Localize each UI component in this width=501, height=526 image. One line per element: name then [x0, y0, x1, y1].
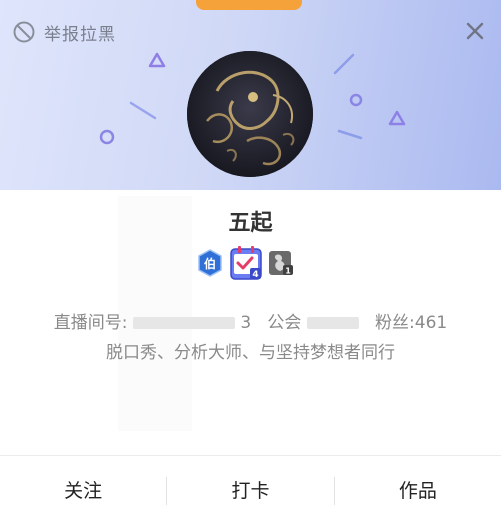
room-id-tail: 3	[240, 313, 252, 333]
profile-name: 五起	[228, 211, 273, 236]
avatar-image	[187, 51, 313, 177]
fan-level-text: 1	[285, 267, 291, 276]
decor-line-right-top	[333, 53, 355, 75]
checkin-button[interactable]: 打卡	[167, 456, 333, 526]
decor-circle-right	[349, 93, 363, 107]
close-icon	[466, 22, 484, 40]
decor-line-right-bottom	[337, 129, 363, 140]
block-icon	[13, 21, 35, 43]
top-tab-indicator	[196, 0, 302, 10]
report-block-button[interactable]: 举报拉黑	[12, 20, 116, 45]
decor-triangle-right	[388, 110, 406, 126]
decor-line-left	[129, 101, 157, 120]
guild-label: 公会	[267, 313, 302, 333]
checkin-calendar-icon[interactable]: 4	[230, 246, 262, 280]
action-bar: 关注 打卡 作品	[0, 456, 501, 526]
decor-triangle-left	[148, 52, 166, 68]
decor-circle-left	[99, 129, 115, 145]
fans-label: 粉丝:	[375, 313, 415, 333]
fans-count: 461	[414, 313, 448, 333]
room-id-redacted	[132, 317, 235, 329]
fan-level-icon[interactable]: 1	[268, 249, 294, 277]
checkin-level-text: 4	[252, 270, 258, 280]
profile-meta-line: 直播间号: 3 公会 粉丝:461	[0, 308, 501, 333]
report-block-label: 举报拉黑	[44, 24, 116, 45]
noble-badge-icon[interactable]: 伯	[196, 248, 224, 278]
avatar[interactable]	[187, 51, 313, 177]
close-button[interactable]	[462, 18, 488, 44]
noble-badge-text: 伯	[204, 256, 216, 271]
follow-button[interactable]: 关注	[0, 456, 166, 526]
profile-bio: 脱口秀、分析大师、与坚持梦想者同行	[106, 343, 395, 363]
room-id-label: 直播间号:	[53, 313, 128, 333]
profile-card: 举报拉黑 五起 伯 4 1 直播间号: 3 公会 粉丝:461 脱口秀、分析大师…	[0, 0, 501, 526]
works-button[interactable]: 作品	[335, 456, 501, 526]
guild-name-redacted	[306, 317, 359, 329]
badge-row: 伯 4 1	[196, 244, 294, 282]
